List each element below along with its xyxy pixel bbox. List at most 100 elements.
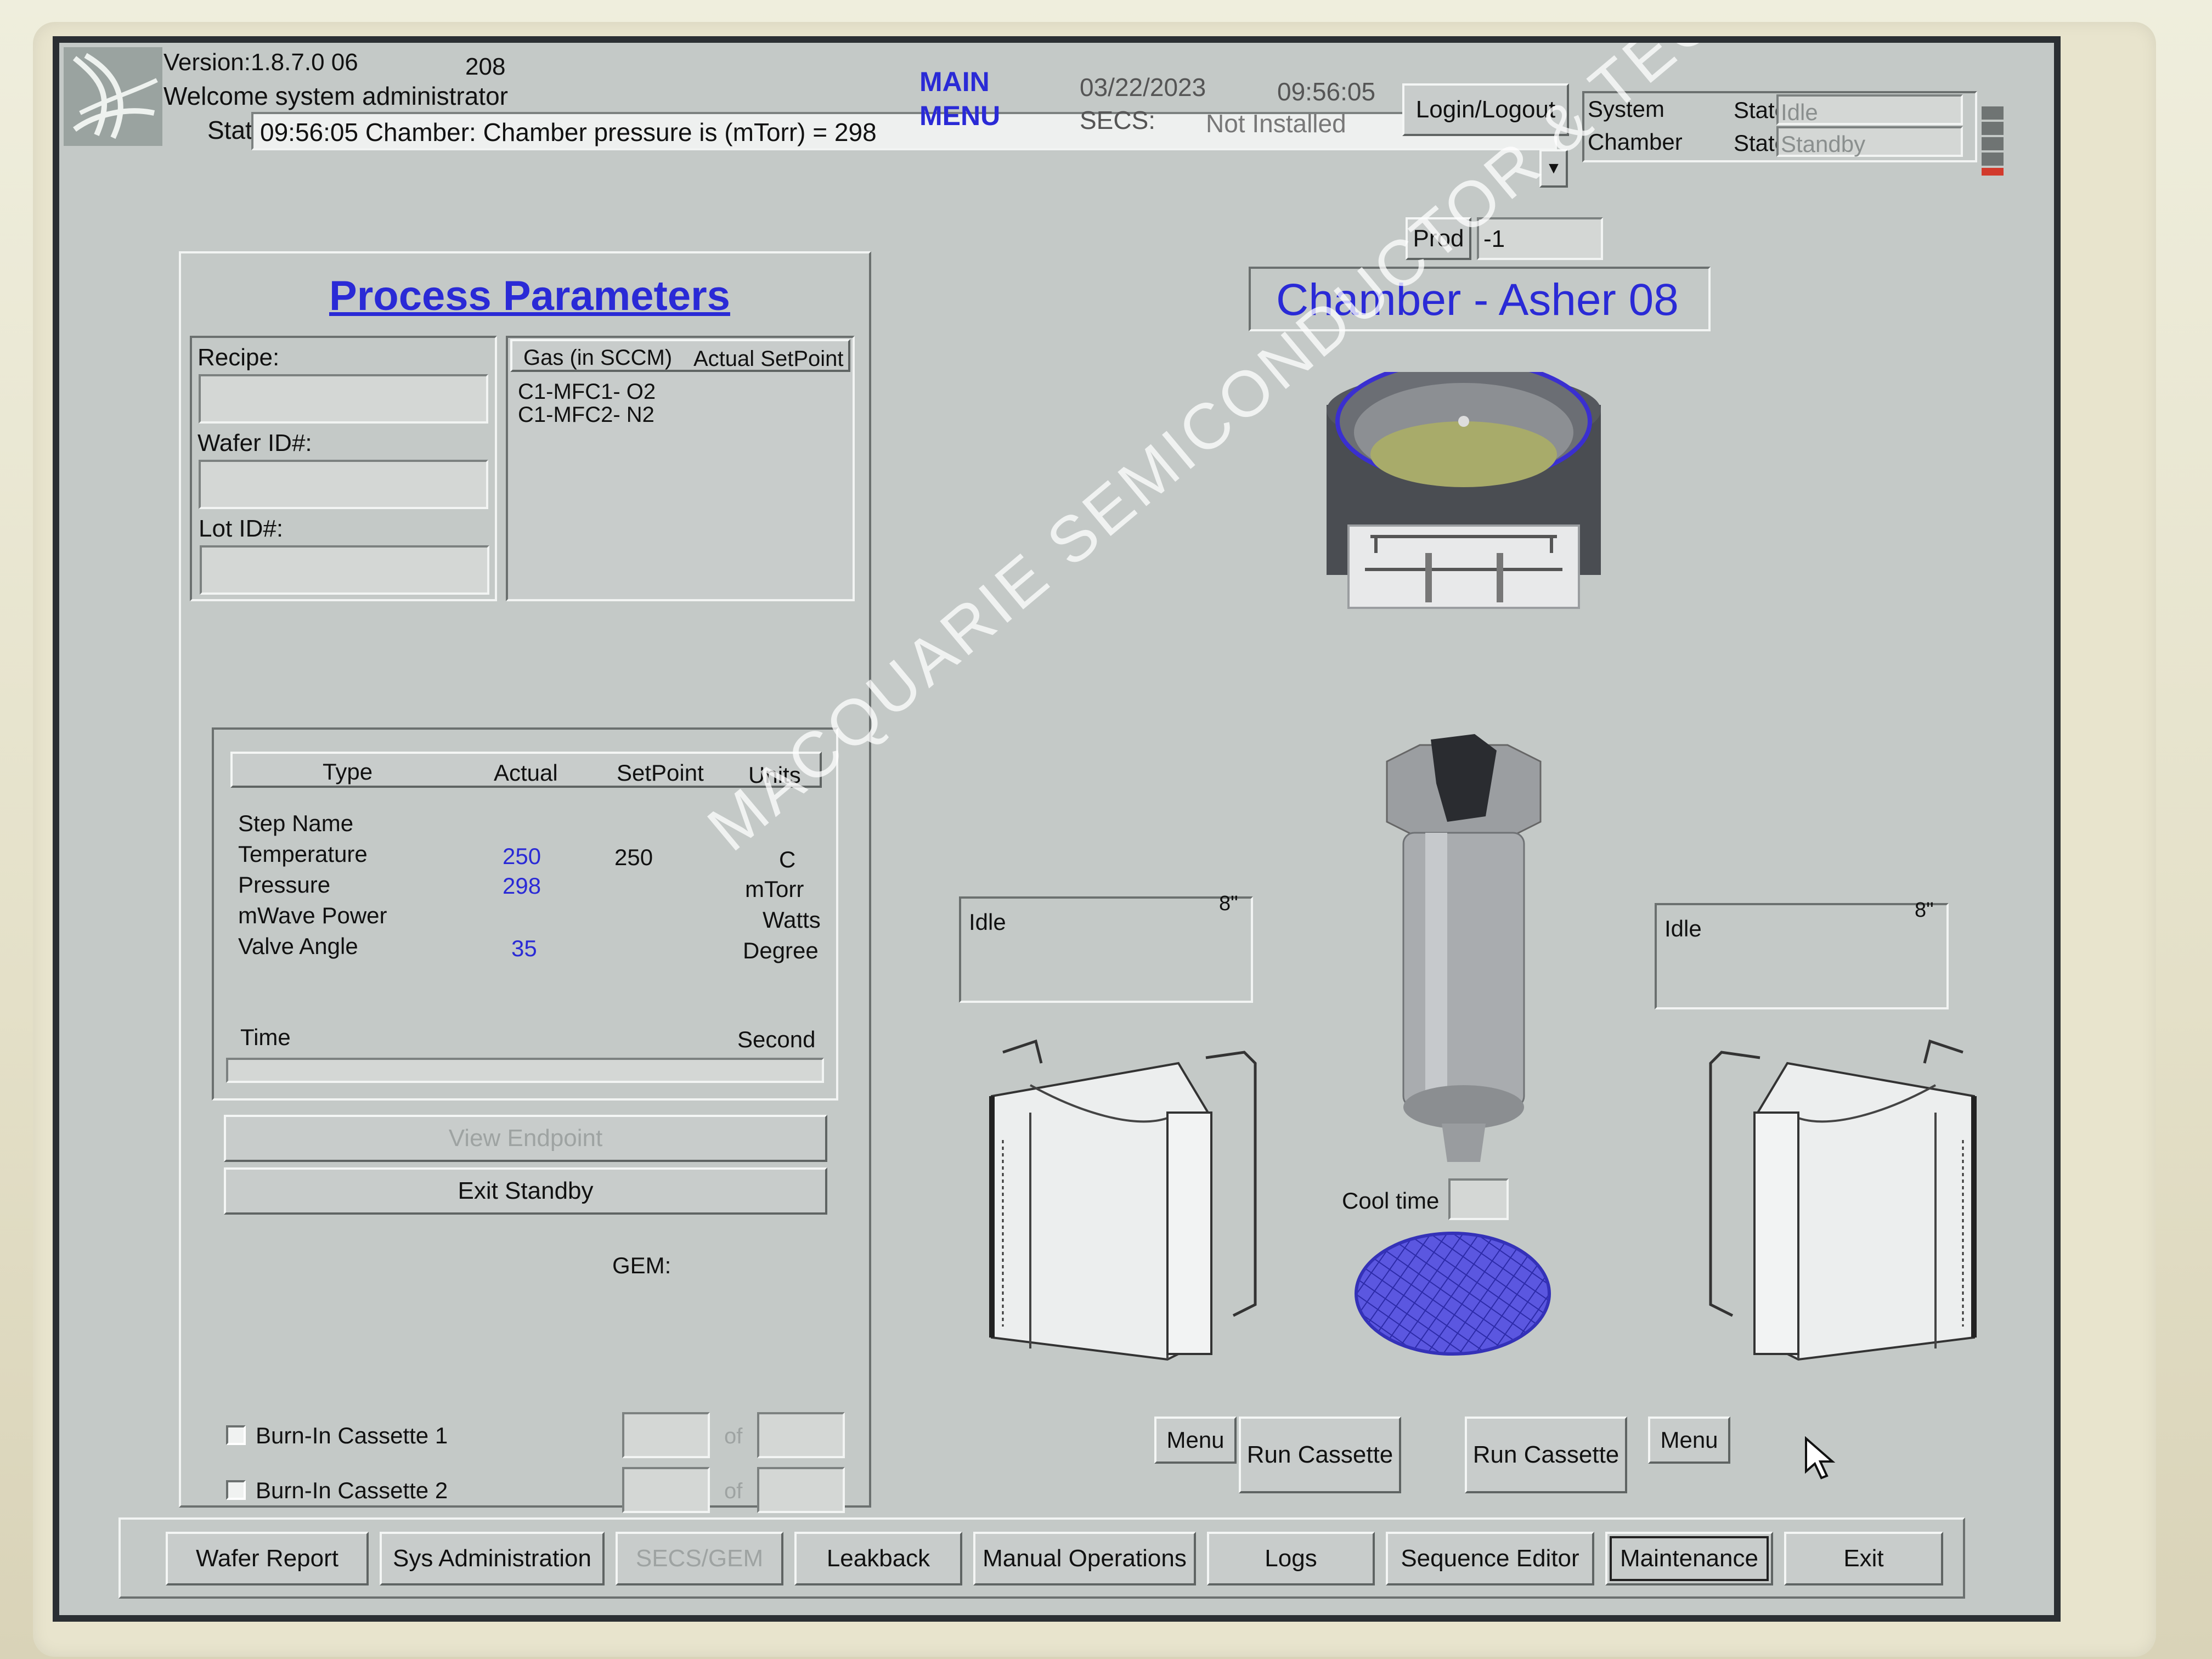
status-message: 09:56:05 Chamber: Chamber pressure is (m… xyxy=(260,118,877,146)
parameters-table: Type Actual SetPoint Units Step Name Tem… xyxy=(212,727,838,1101)
burn-in-cassette-1-label: Burn-In Cassette 1 xyxy=(256,1423,448,1448)
sequence-editor-button[interactable]: Sequence Editor xyxy=(1386,1532,1594,1585)
chamber-label: Chamber xyxy=(1588,129,1683,155)
view-endpoint-button[interactable]: View Endpoint xyxy=(224,1115,827,1162)
right-station-status-box: Idle 8" xyxy=(1655,899,1949,1009)
process-chamber-image xyxy=(1321,359,1606,613)
row-units: Degree xyxy=(743,938,819,963)
view-endpoint-label: View Endpoint xyxy=(448,1125,603,1152)
wafer-report-button[interactable]: Wafer Report xyxy=(166,1532,369,1585)
burn-in-cassette-2-label: Burn-In Cassette 2 xyxy=(256,1477,448,1503)
exit-standby-button[interactable]: Exit Standby xyxy=(224,1167,827,1215)
right-station-size: 8" xyxy=(1915,899,1934,922)
main-menu-line2[interactable]: MENU xyxy=(919,102,1000,129)
header-units: Units xyxy=(748,762,801,788)
recipe-field[interactable] xyxy=(199,374,488,424)
secs-label: SECS: xyxy=(1080,106,1156,134)
secs-value: Not Installed xyxy=(1206,109,1346,138)
header-actual: Actual xyxy=(494,760,558,786)
burn-in-cassette-1-checkbox[interactable] xyxy=(226,1425,246,1445)
sys-administration-button[interactable]: Sys Administration xyxy=(380,1532,605,1585)
gas-header-setpoint: Actual SetPoint xyxy=(693,347,844,371)
burn-in-2-of: of xyxy=(724,1479,743,1503)
left-station-status-box: Idle 8" xyxy=(959,892,1253,1003)
logs-button[interactable]: Logs xyxy=(1207,1532,1375,1585)
row-actual: 298 xyxy=(503,873,541,899)
state-panel: System State: Idle Chamber State: Standb… xyxy=(1582,91,1977,162)
burn-in-1-count-field[interactable] xyxy=(622,1412,710,1458)
sequence-editor-label: Sequence Editor xyxy=(1401,1545,1579,1572)
row-units: C xyxy=(779,847,796,872)
cool-time-field[interactable] xyxy=(1448,1178,1509,1220)
left-cassette-menu-button[interactable]: Menu xyxy=(1154,1417,1237,1464)
prod-label-text: Prod xyxy=(1413,225,1464,252)
gas-row: C1-MFC2- N2 xyxy=(518,403,654,427)
secs-gem-button[interactable]: SECS/GEM xyxy=(616,1532,783,1585)
app-logo xyxy=(64,47,162,146)
gas-header-gas: Gas (in SCCM) xyxy=(523,346,673,370)
row-type: Valve Angle xyxy=(238,933,358,959)
gas-row: C1-MFC1- O2 xyxy=(518,380,656,404)
leakback-button[interactable]: Leakback xyxy=(794,1532,962,1585)
recipe-group: Recipe: Wafer ID#: Lot ID#: xyxy=(190,336,497,601)
row-actual: 35 xyxy=(511,935,537,961)
welcome-text: Welcome system administrator xyxy=(163,82,508,110)
left-run-cassette-label: Run Cassette xyxy=(1246,1441,1393,1468)
wafer-report-label: Wafer Report xyxy=(195,1545,338,1572)
prod-field[interactable]: -1 xyxy=(1477,217,1603,260)
system-state-field: Idle xyxy=(1776,94,1963,125)
burn-in-1-total-field[interactable] xyxy=(757,1412,845,1458)
right-run-cassette-button[interactable]: Run Cassette xyxy=(1465,1417,1627,1493)
burn-in-2-count-field[interactable] xyxy=(622,1467,710,1513)
row-actual: 250 xyxy=(503,843,541,869)
exit-button[interactable]: Exit xyxy=(1784,1532,1943,1585)
version-text: Version:1.8.7.0 06 xyxy=(163,49,358,76)
chamber-title-box: Chamber - Asher 08 xyxy=(1249,267,1711,331)
right-run-cassette-label: Run Cassette xyxy=(1472,1441,1620,1468)
leakback-label: Leakback xyxy=(826,1545,930,1572)
wafer-id-field[interactable] xyxy=(199,460,488,509)
header-setpoint: SetPoint xyxy=(617,760,704,786)
login-logout-label: Login/Logout xyxy=(1415,96,1556,123)
manual-operations-button[interactable]: Manual Operations xyxy=(973,1532,1196,1585)
lot-id-field[interactable] xyxy=(200,545,489,595)
gas-table-header: Gas (in SCCM) Actual SetPoint xyxy=(510,339,850,372)
cool-time-label: Cool time xyxy=(1342,1188,1440,1214)
system-state-value: Idle xyxy=(1781,99,1818,125)
row-setpoint: 250 xyxy=(614,844,653,870)
prod-value: -1 xyxy=(1483,225,1505,252)
time-progress-bar xyxy=(226,1058,824,1083)
status-field: 09:56:05 Chamber: Chamber pressure is (m… xyxy=(251,112,1557,150)
gem-label: GEM: xyxy=(612,1252,672,1278)
burn-in-2-total-field[interactable] xyxy=(757,1467,845,1513)
main-menu-line1[interactable]: MAIN xyxy=(919,68,990,95)
left-station-size: 8" xyxy=(1219,892,1238,915)
time-units: Second xyxy=(737,1026,816,1052)
right-cassette-image xyxy=(1656,1030,1996,1370)
prod-label: Prod xyxy=(1406,217,1471,260)
status-dropdown-button[interactable]: ▼ xyxy=(1539,149,1568,188)
row-type: Step Name xyxy=(238,810,354,836)
left-run-cassette-button[interactable]: Run Cassette xyxy=(1239,1417,1401,1493)
left-menu-label: Menu xyxy=(1166,1427,1224,1453)
left-station-status: Idle xyxy=(969,909,1006,935)
wafer-transfer-robot-image xyxy=(1365,729,1562,1178)
header-type: Type xyxy=(323,759,373,785)
burn-in-cassette-2-checkbox[interactable] xyxy=(226,1480,246,1500)
mouse-cursor-icon xyxy=(1804,1436,1837,1480)
version-number: 208 xyxy=(465,53,506,80)
app-screen: Version:1.8.7.0 06 208 Welcome system ad… xyxy=(53,36,2061,1622)
right-cassette-menu-button[interactable]: Menu xyxy=(1648,1417,1730,1464)
burn-in-1-of: of xyxy=(724,1424,743,1448)
login-logout-button[interactable]: Login/Logout xyxy=(1402,83,1569,136)
time-text: 09:56:05 xyxy=(1277,77,1376,106)
secs-gem-label: SECS/GEM xyxy=(635,1545,764,1572)
manual-operations-label: Manual Operations xyxy=(983,1545,1187,1572)
maintenance-button[interactable]: Maintenance xyxy=(1605,1532,1773,1585)
sys-administration-label: Sys Administration xyxy=(393,1545,591,1572)
chamber-title: Chamber - Asher 08 xyxy=(1276,275,1679,325)
logs-label: Logs xyxy=(1265,1545,1317,1572)
time-label: Time xyxy=(240,1024,291,1050)
row-type: mWave Power xyxy=(238,902,387,928)
date-text: 03/22/2023 xyxy=(1080,73,1206,101)
